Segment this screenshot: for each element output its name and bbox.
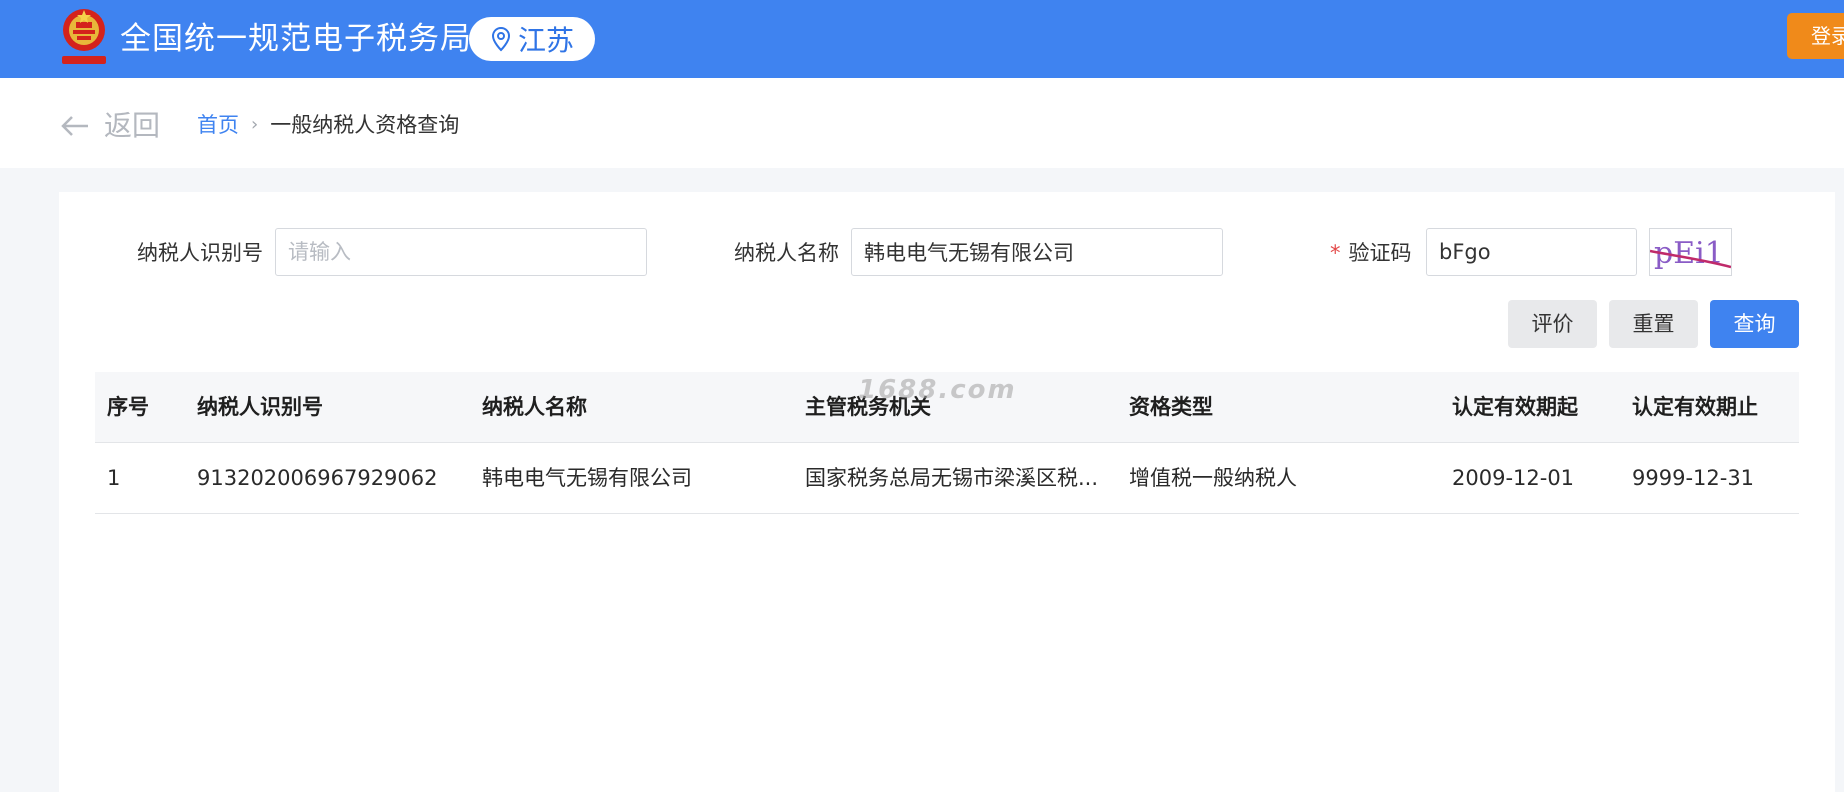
col-header-valid-to: 认定有效期止 (1632, 395, 1758, 419)
evaluate-button[interactable]: 评价 (1508, 300, 1597, 348)
captcha-label: 验证码 (1348, 241, 1412, 265)
taxpayer-id-label: 纳税人识别号 (137, 241, 263, 265)
taxpayer-id-input[interactable] (275, 228, 647, 276)
region-selector[interactable]: 江苏 (469, 17, 595, 61)
cell-valid-from: 2009-12-01 (1452, 466, 1575, 490)
cell-qualification-type: 增值税一般纳税人 (1129, 466, 1297, 490)
col-header-taxpayer-id: 纳税人识别号 (197, 395, 323, 419)
captcha-image[interactable]: pEi1 (1649, 228, 1732, 276)
cell-index: 1 (107, 466, 121, 490)
col-header-valid-from: 认定有效期起 (1452, 395, 1578, 419)
site-title: 全国统一规范电子税务局 (120, 21, 472, 57)
cell-taxpayer-id: 913202006967929062 (197, 466, 438, 490)
cell-valid-to: 9999-12-31 (1632, 466, 1755, 490)
col-header-qualification-type: 资格类型 (1129, 395, 1213, 419)
region-label: 江苏 (517, 24, 574, 57)
location-pin-icon (491, 26, 510, 52)
col-header-taxpayer-name: 纳税人名称 (482, 395, 587, 419)
cell-tax-authority: 国家税务总局无锡市梁溪区税... (805, 466, 1099, 490)
breadcrumb-bar: 返回 首页 › 一般纳税人资格查询 (0, 78, 1844, 168)
taxpayer-name-input[interactable] (851, 228, 1223, 276)
watermark: 1688.com (858, 375, 1017, 405)
taxpayer-name-label: 纳税人名称 (734, 241, 839, 265)
top-header: 全国统一规范电子税务局 江苏 登录 (0, 0, 1844, 78)
reset-button[interactable]: 重置 (1609, 300, 1698, 348)
arrow-left-icon (61, 116, 88, 136)
captcha-input[interactable] (1426, 228, 1637, 276)
breadcrumb: 首页 › 一般纳税人资格查询 (197, 110, 459, 140)
col-header-index: 序号 (107, 395, 149, 419)
breadcrumb-home-link[interactable]: 首页 (197, 110, 239, 140)
captcha-label-group: * 验证码 (1330, 238, 1412, 268)
cell-taxpayer-name: 韩电电气无锡有限公司 (482, 466, 692, 490)
login-button[interactable]: 登录 (1787, 13, 1844, 59)
back-label: 返回 (104, 109, 161, 142)
required-mark: * (1330, 241, 1341, 265)
query-button[interactable]: 查询 (1710, 300, 1799, 348)
national-tax-emblem-icon (62, 9, 106, 64)
chevron-right-icon: › (251, 114, 259, 135)
back-button[interactable]: 返回 (60, 108, 160, 144)
breadcrumb-current: 一般纳税人资格查询 (270, 113, 460, 137)
table-row[interactable]: 1 913202006967929062 韩电电气无锡有限公司 国家税务总局无锡… (95, 443, 1799, 514)
